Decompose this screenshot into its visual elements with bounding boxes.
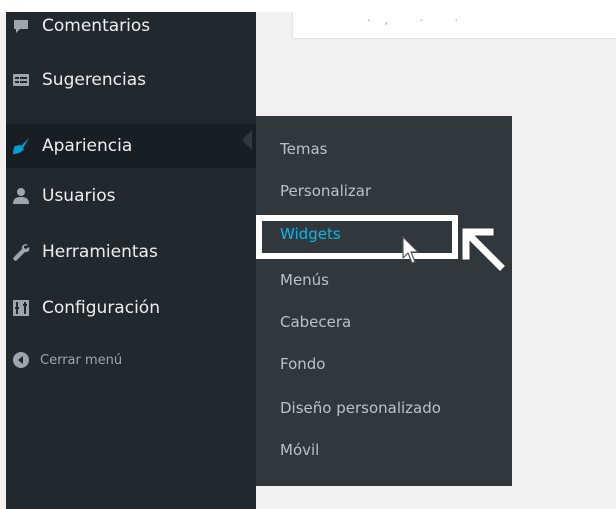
sidebar-item-comentarios[interactable]: Comentarios	[6, 4, 256, 48]
sidebar-item-label: Sugerencias	[42, 70, 147, 90]
sidebar-item-label: Apariencia	[42, 136, 133, 156]
appearance-brush-icon	[12, 137, 30, 155]
sidebar-item-usuarios[interactable]: Usuarios	[6, 174, 256, 218]
submenu-item-menus[interactable]: Menús	[280, 267, 329, 293]
sidebar-item-herramientas[interactable]: Herramientas	[6, 230, 256, 274]
widgets-highlight-box	[256, 215, 458, 259]
sidebar-item-apariencia[interactable]: Apariencia	[6, 124, 256, 168]
submenu-item-diseno-personalizado[interactable]: Diseño personalizado	[280, 395, 441, 421]
comment-icon	[12, 17, 30, 35]
submenu-item-personalizar[interactable]: Personalizar	[280, 178, 371, 204]
wrench-icon	[12, 243, 30, 261]
sidebar-item-label: Configuración	[42, 298, 160, 318]
sidebar-item-configuracion[interactable]: Configuración	[6, 286, 256, 330]
active-menu-pointer	[242, 130, 252, 150]
users-icon	[12, 187, 30, 205]
submenu-item-temas[interactable]: Temas	[280, 136, 327, 162]
mouse-cursor-icon	[402, 236, 419, 264]
submenu-item-cabecera[interactable]: Cabecera	[280, 309, 351, 335]
collapse-arrow-icon	[12, 351, 30, 369]
sidebar-item-sugerencias[interactable]: Sugerencias	[6, 58, 256, 102]
collapse-menu-button[interactable]: Cerrar menú	[6, 338, 256, 382]
submenu-item-fondo[interactable]: Fondo	[280, 351, 325, 377]
collapse-menu-label: Cerrar menú	[40, 352, 123, 368]
sidebar-item-label: Usuarios	[42, 186, 116, 206]
admin-sidebar: Comentarios Sugerencias Apariencia Usuar…	[6, 12, 256, 509]
content-cut-off-text: ·, · ·	[367, 14, 472, 27]
suggestions-icon	[12, 71, 30, 89]
settings-icon	[12, 299, 30, 317]
annotation-arrow-icon	[462, 228, 505, 271]
content-panel: ·, · ·	[292, 12, 616, 39]
sidebar-item-label: Herramientas	[42, 242, 158, 262]
appearance-flyout-submenu: Temas Personalizar Widgets Menús Cabecer…	[256, 116, 512, 486]
sidebar-item-label: Comentarios	[42, 16, 151, 36]
submenu-item-movil[interactable]: Móvil	[280, 437, 319, 463]
